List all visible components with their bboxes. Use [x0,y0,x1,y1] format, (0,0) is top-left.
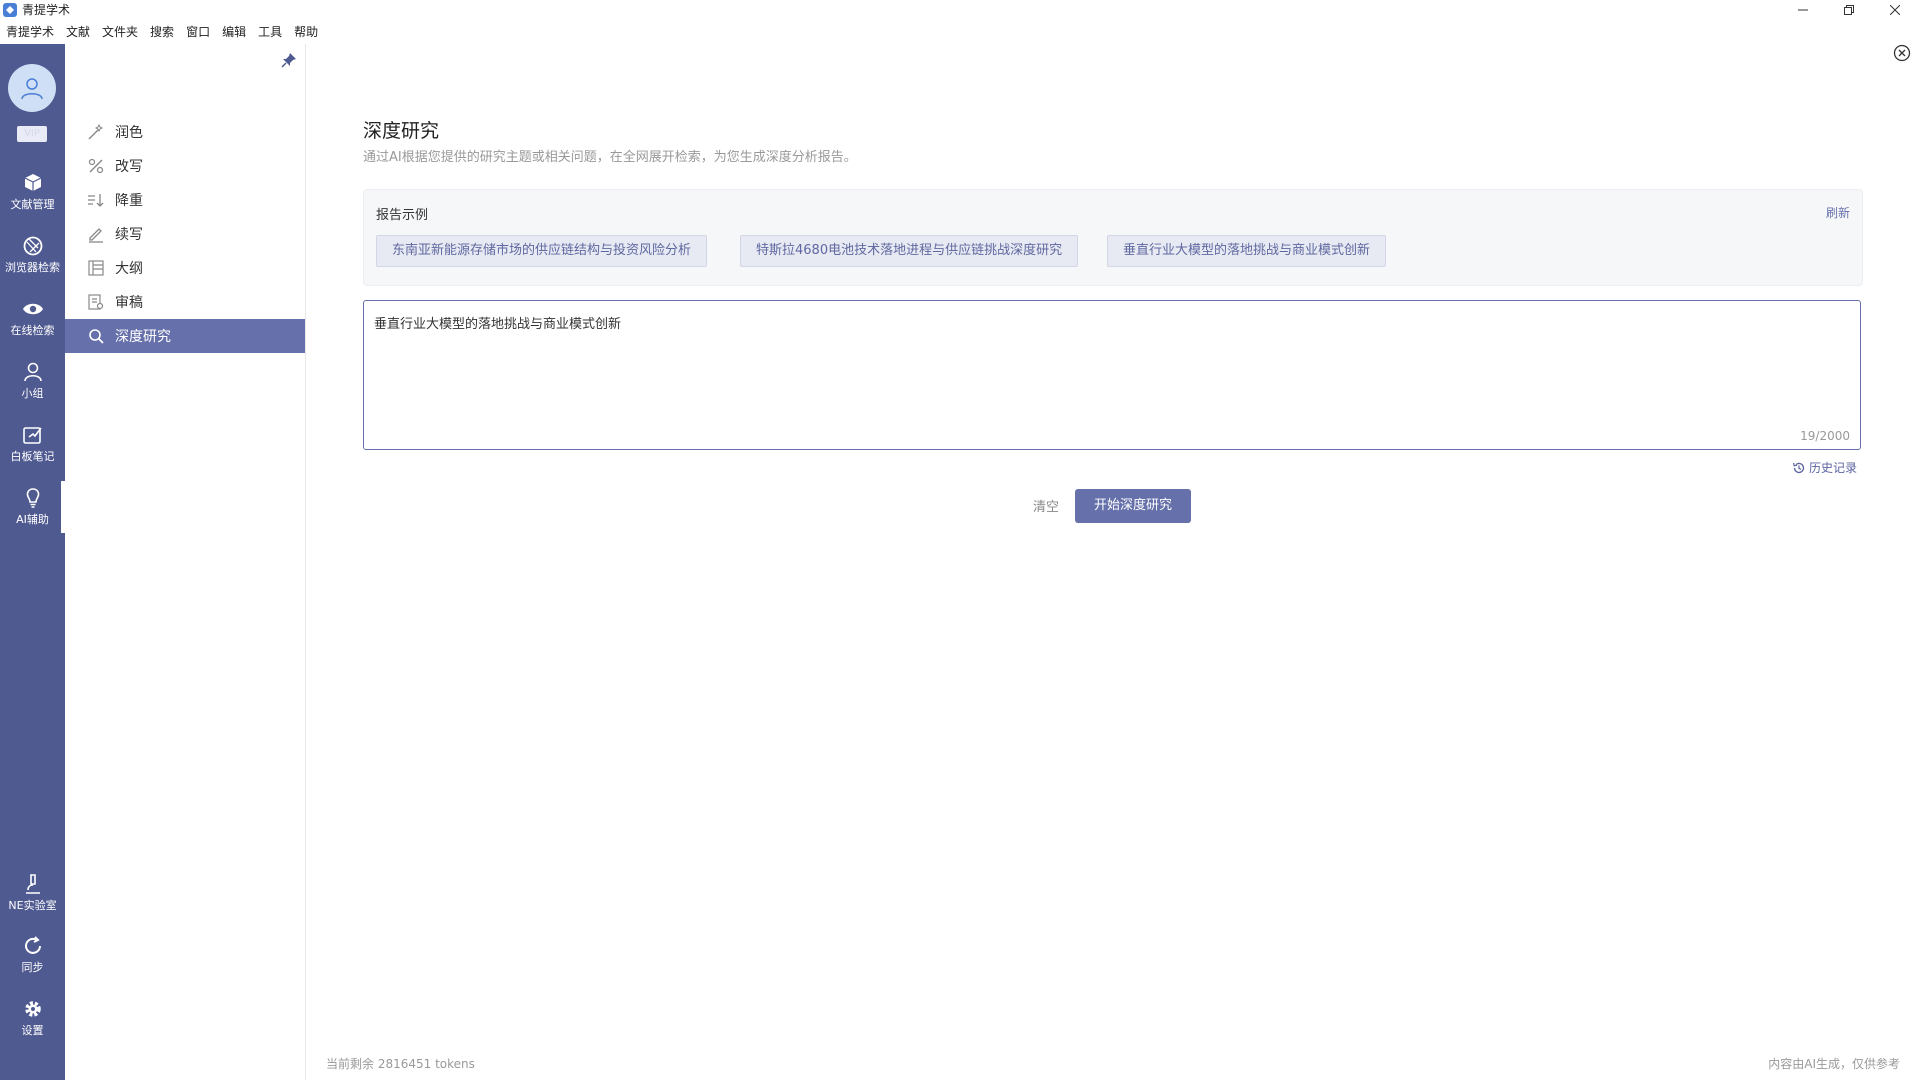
rail-item-settings[interactable]: 设置 [0,997,65,1038]
title-bar: 青提学术 [0,0,1920,20]
menu-window[interactable]: 窗口 [180,22,216,42]
sidebar-item-reduce[interactable]: 降重 [65,183,305,217]
reduce-icon [87,191,105,209]
app-title: 青提学术 [22,3,71,17]
menu-app[interactable]: 青提学术 [0,22,60,42]
rail-item-label: 文献管理 [10,198,55,211]
sidebar-item-continue[interactable]: 续写 [65,217,305,251]
rail-item-sync[interactable]: 同步 [0,934,65,975]
search-icon [87,327,105,345]
sidebar-item-label: 降重 [115,193,143,209]
sidebar-item-review[interactable]: 审稿 [65,285,305,319]
example-chip[interactable]: 垂直行业大模型的落地挑战与商业模式创新 [1107,235,1387,267]
research-topic-input[interactable]: 垂直行业大模型的落地挑战与商业模式创新 19/2000 [363,300,1861,450]
menu-help[interactable]: 帮助 [288,22,324,42]
rewrite-icon [87,157,105,175]
rail-item-whiteboard[interactable]: 白板笔记 [0,423,65,464]
rail-item-browser-search[interactable]: 浏览器检索 [0,234,65,275]
rail-item-group[interactable]: 小组 [0,360,65,401]
sidebar-item-label: 续写 [115,227,143,243]
rail-item-label: AI辅助 [16,513,49,526]
start-research-button[interactable]: 开始深度研究 [1075,489,1191,523]
page-description: 通过AI根据您提供的研究主题或相关问题，在全网展开检索，为您生成深度分析报告。 [363,150,857,165]
close-panel-button[interactable] [1893,44,1911,66]
report-examples-panel: 报告示例 刷新 东南亚新能源存储市场的供应链结构与投资风险分析 特斯拉4680电… [363,189,1863,286]
gear-icon [24,1001,41,1017]
menu-folder[interactable]: 文件夹 [96,22,144,42]
whiteboard-icon [22,427,42,444]
app-logo-icon [3,3,17,17]
examples-title: 报告示例 [376,208,429,223]
sidebar-item-outline[interactable]: 大纲 [65,251,305,285]
history-label: 历史记录 [1809,461,1858,475]
sidebar-item-label: 润色 [115,125,143,141]
restore-button[interactable] [1826,0,1872,20]
rail-item-literature[interactable]: 文献管理 [0,171,65,212]
rail-item-label: 浏览器检索 [5,261,60,274]
sync-icon [24,936,41,954]
sidebar-item-label: 深度研究 [115,329,171,345]
rail-item-ne-lab[interactable]: NE实验室 [0,872,65,913]
example-chip[interactable]: 东南亚新能源存储市场的供应链结构与投资风险分析 [376,235,708,267]
menu-literature[interactable]: 文献 [60,22,96,42]
rail-item-label: 设置 [21,1024,44,1037]
clear-button[interactable]: 清空 [1033,496,1059,515]
user-icon [21,78,43,100]
rail-item-label: 白板笔记 [10,450,55,463]
refresh-link[interactable]: 刷新 [1826,204,1850,221]
microscope-icon [25,874,40,894]
close-icon [1893,44,1911,62]
rail-item-label: 在线检索 [10,324,55,337]
sidebar-item-label: 大纲 [115,261,143,277]
close-window-button[interactable] [1872,0,1918,20]
menu-bar: 青提学术 文献 文件夹 搜索 窗口 编辑 工具 帮助 [0,22,324,42]
review-icon [87,293,105,311]
sidebar-item-label: 改写 [115,159,143,175]
sidebar-item-deep-research[interactable]: 深度研究 [65,319,305,353]
pen-icon [87,225,105,243]
rail-item-ai-assist[interactable]: AI辅助 [0,486,65,527]
rail-item-label: 同步 [21,961,44,974]
browser-icon [23,236,42,256]
sidebar-item-label: 审稿 [115,295,143,311]
box-icon [24,174,41,191]
avatar[interactable] [8,64,56,112]
example-chip[interactable]: 特斯拉4680电池技术落地进程与供应链挑战深度研究 [740,235,1079,267]
research-topic-value: 垂直行业大模型的落地挑战与商业模式创新 [374,317,622,332]
minimize-button[interactable] [1780,0,1826,20]
token-balance: 当前剩余 2816451 tokens [326,1057,475,1071]
vip-badge: VIP [17,126,47,142]
group-icon [23,362,42,382]
eye-icon [22,303,43,315]
tool-sidebar: 润色 改写 降重 续写 大纲 审稿 深度研究 [65,44,306,1080]
left-rail: VIP 文献管理 浏览器检索 在线检索 小组 白板笔记 AI辅助 NE实验室 同… [0,44,65,1080]
menu-search[interactable]: 搜索 [144,22,180,42]
vip-label: VIP [24,128,40,139]
sidebar-item-polish[interactable]: 润色 [65,115,305,149]
sidebar-item-rewrite[interactable]: 改写 [65,149,305,183]
ai-disclaimer: 内容由AI生成，仅供参考 [1768,1057,1900,1071]
magic-wand-icon [87,123,105,141]
rail-item-label: NE实验室 [8,899,57,912]
pin-icon[interactable] [281,52,297,72]
outline-icon [87,259,105,277]
menu-tools[interactable]: 工具 [252,22,288,42]
history-icon [1792,462,1805,473]
char-counter: 19/2000 [1800,429,1850,443]
rail-item-online-search[interactable]: 在线检索 [0,297,65,338]
menu-edit[interactable]: 编辑 [216,22,252,42]
bulb-icon [26,488,39,508]
rail-item-label: 小组 [21,387,44,400]
page-title: 深度研究 [363,120,440,142]
history-link[interactable]: 历史记录 [1792,459,1857,476]
